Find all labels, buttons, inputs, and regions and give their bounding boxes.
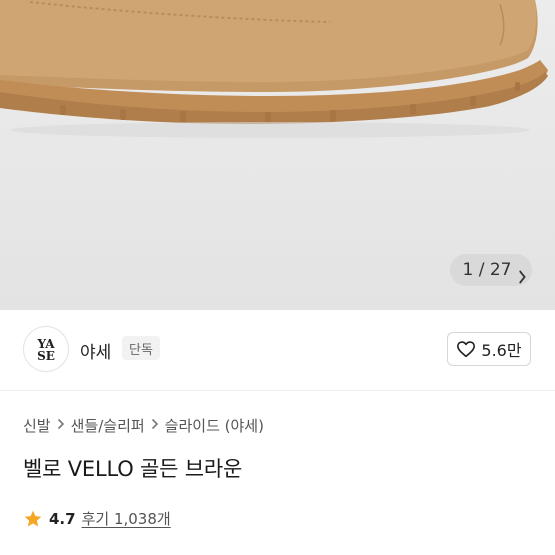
product-image-carousel[interactable]: 1 / 27 [0, 0, 555, 310]
breadcrumb-item[interactable]: 신발 [23, 415, 51, 436]
heart-outline-icon [457, 341, 476, 358]
chevron-right-icon [57, 418, 65, 434]
svg-text:SE: SE [37, 349, 55, 363]
breadcrumb: 신발 샌들/슬리퍼 슬라이드 (야세) [23, 415, 264, 436]
pager-count: 1 / 27 [462, 260, 512, 280]
seller-name[interactable]: 야세 [80, 338, 111, 363]
like-count: 5.6만 [481, 341, 522, 360]
rating-value: 4.7 [49, 509, 76, 528]
seller-row: YA SE 야세 단독 5.6만 [0, 310, 555, 391]
breadcrumb-item[interactable]: 슬라이드 (야세) [165, 415, 264, 436]
star-icon [24, 510, 42, 526]
image-pager[interactable]: 1 / 27 [450, 254, 532, 286]
yase-logo-icon: YA SE [36, 337, 55, 363]
chevron-right-icon [151, 418, 159, 434]
like-button[interactable]: 5.6만 [447, 332, 531, 366]
rating-row: 4.7 후기 1,038개 [23, 508, 171, 529]
seller-logo[interactable]: YA SE [23, 326, 69, 372]
product-title: 벨로 VELLO 골든 브라운 [23, 457, 243, 481]
breadcrumb-item[interactable]: 샌들/슬리퍼 [71, 415, 145, 436]
exclusive-badge: 단독 [122, 336, 160, 360]
reviews-link[interactable]: 후기 1,038개 [82, 508, 171, 529]
